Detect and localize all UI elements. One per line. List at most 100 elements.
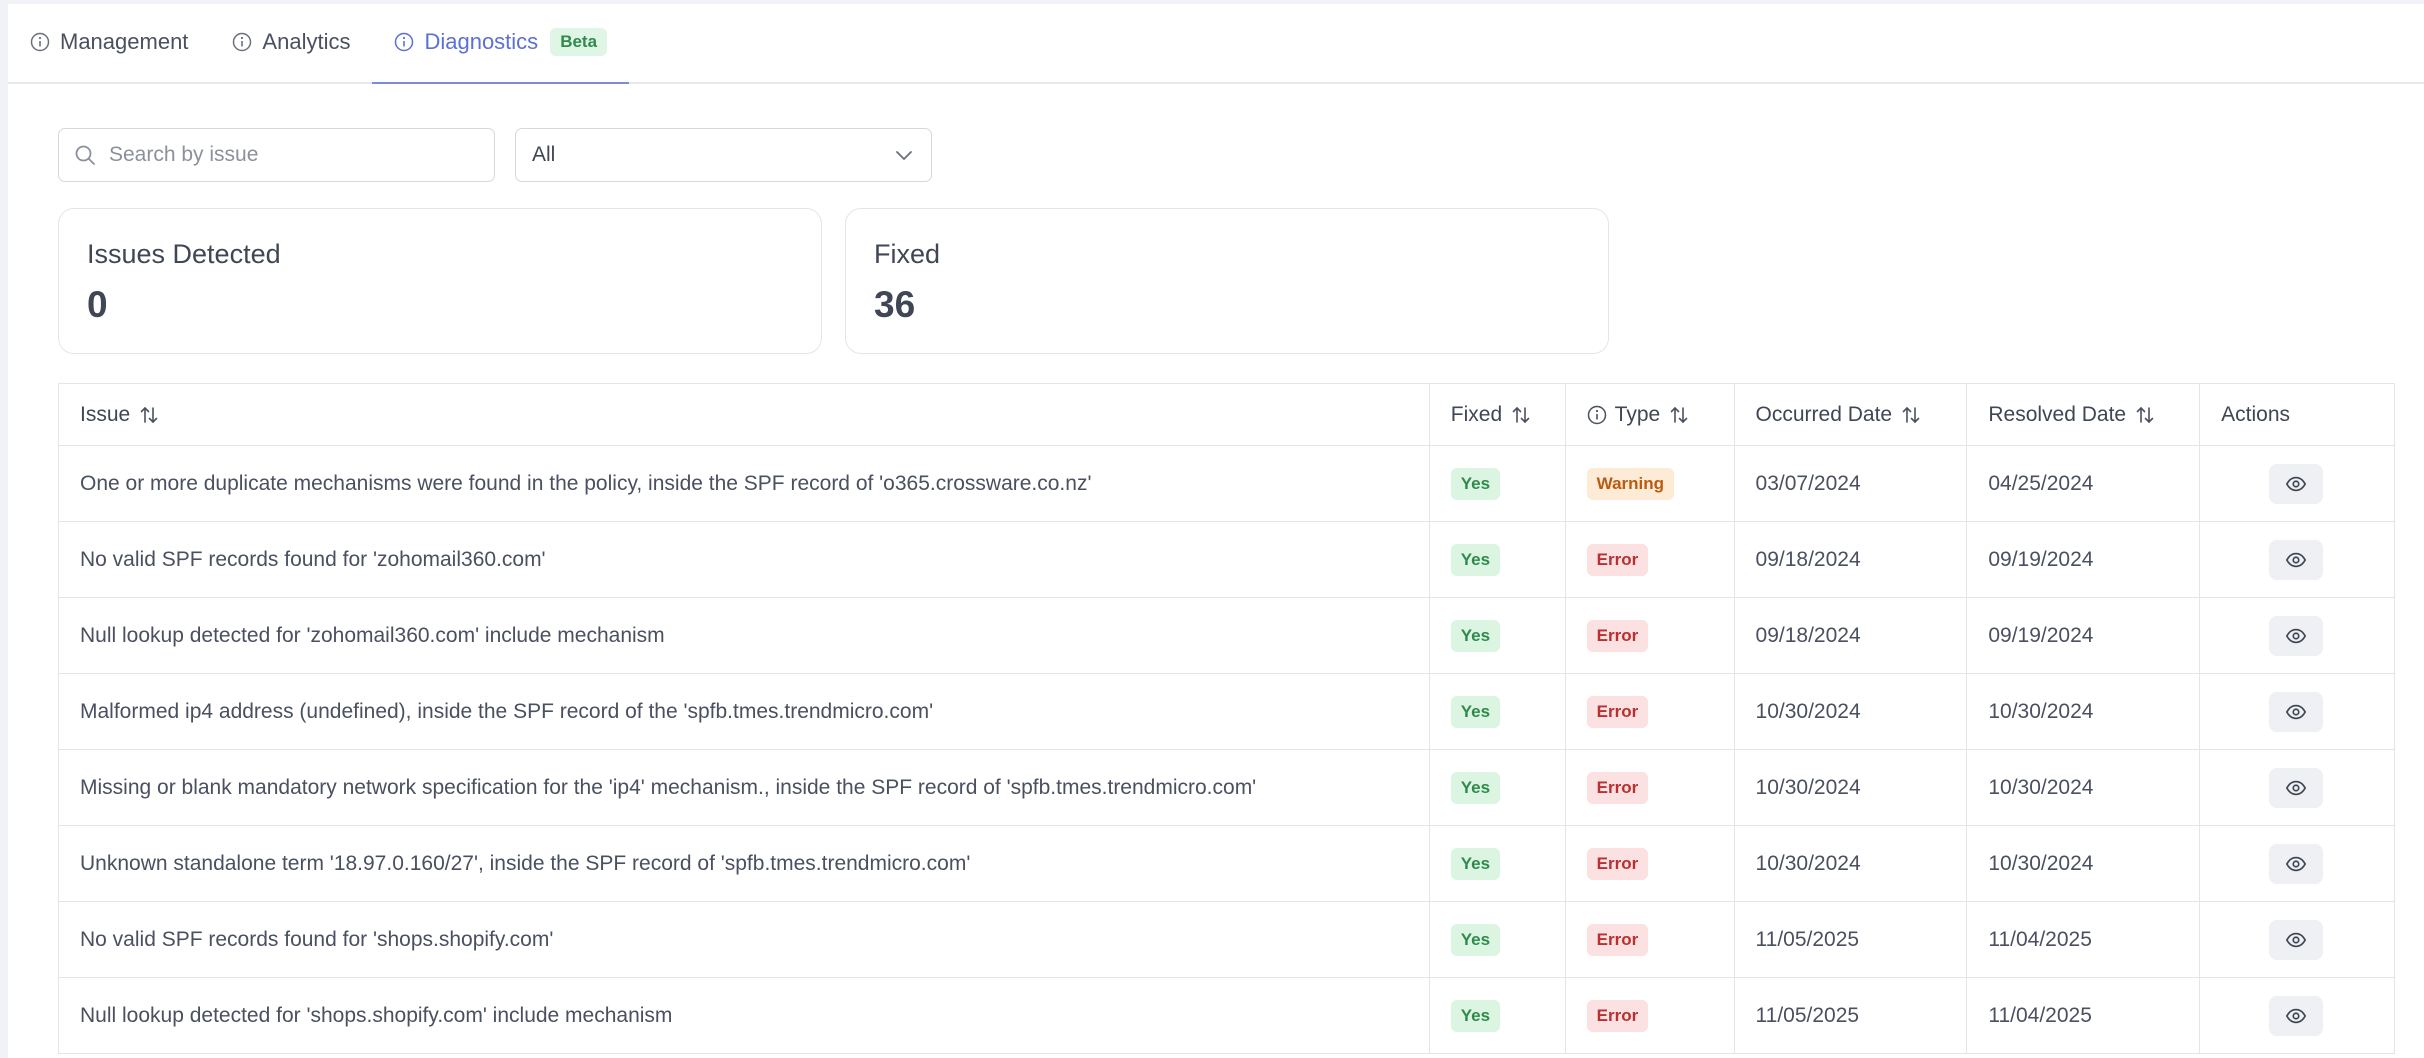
type-badge: Error	[1586, 847, 1649, 880]
tab-label: Management	[60, 29, 189, 54]
resolved-date-cell: 10/30/2024	[1967, 826, 2201, 901]
view-button[interactable]	[2269, 463, 2324, 504]
resolved-date-cell: 10/30/2024	[1967, 750, 2201, 825]
sort-icon[interactable]	[1510, 404, 1532, 426]
issue-text: Null lookup detected for 'shops.shopify.…	[80, 1003, 673, 1027]
header-occurred-date[interactable]: Occurred Date	[1735, 384, 1968, 445]
search-icon	[73, 143, 97, 167]
eye-icon	[2285, 1005, 2307, 1027]
sort-icon[interactable]	[1900, 404, 1922, 426]
header-type[interactable]: Type	[1566, 384, 1735, 445]
fixed-badge: Yes	[1450, 771, 1501, 804]
header-actions: Actions	[2200, 384, 2394, 445]
fixed-badge: Yes	[1450, 695, 1501, 728]
fixed-card: Fixed 36	[845, 208, 1609, 354]
sort-icon[interactable]	[2134, 404, 2156, 426]
header-resolved-date[interactable]: Resolved Date	[1967, 384, 2201, 445]
type-badge: Error	[1586, 923, 1649, 956]
type-cell: Error	[1566, 522, 1735, 597]
eye-icon	[2285, 929, 2307, 951]
beta-badge: Beta	[550, 28, 608, 56]
issue-text: No valid SPF records found for 'shops.sh…	[80, 927, 554, 951]
fixed-badge: Yes	[1450, 543, 1501, 576]
issue-cell: No valid SPF records found for 'shops.sh…	[59, 902, 1430, 977]
occurred-date-cell: 09/18/2024	[1735, 522, 1968, 597]
fixed-badge: Yes	[1450, 467, 1501, 500]
sort-icon[interactable]	[1668, 404, 1690, 426]
eye-icon	[2285, 777, 2307, 799]
view-button[interactable]	[2269, 995, 2324, 1036]
issue-text: One or more duplicate mechanisms were fo…	[80, 471, 1092, 495]
table-row: One or more duplicate mechanisms were fo…	[59, 446, 2394, 522]
actions-cell	[2200, 598, 2394, 673]
tab-label: Diagnostics	[424, 29, 539, 54]
type-filter-select[interactable]: All	[515, 128, 932, 182]
issue-cell: Missing or blank mandatory network speci…	[59, 750, 1430, 825]
header-label: Fixed	[1450, 402, 1503, 426]
actions-cell	[2200, 978, 2394, 1053]
resolved-date: 11/04/2025	[1988, 1003, 2092, 1027]
fixed-cell: Yes	[1430, 902, 1566, 977]
fixed-badge: Yes	[1450, 619, 1501, 652]
table-row: Null lookup detected for 'shops.shopify.…	[59, 978, 2394, 1054]
occurred-date-cell: 09/18/2024	[1735, 598, 1968, 673]
occurred-date: 10/30/2024	[1755, 775, 1861, 799]
view-button[interactable]	[2269, 767, 2324, 808]
issue-text: Unknown standalone term '18.97.0.160/27'…	[80, 851, 971, 875]
type-badge: Error	[1586, 771, 1649, 804]
fixed-value: 36	[874, 284, 916, 325]
tab-bar: Management Analytics Diagnostics Beta	[8, 4, 2424, 84]
table-row: No valid SPF records found for 'zohomail…	[59, 522, 2394, 598]
view-button[interactable]	[2269, 691, 2324, 732]
resolved-date: 10/30/2024	[1988, 775, 2094, 799]
resolved-date: 11/04/2025	[1988, 927, 2092, 951]
resolved-date-cell: 11/04/2025	[1967, 902, 2201, 977]
table-row: Missing or blank mandatory network speci…	[59, 750, 2394, 826]
type-cell: Error	[1566, 750, 1735, 825]
resolved-date: 09/19/2024	[1988, 623, 2094, 647]
header-label: Issue	[80, 402, 131, 426]
fixed-badge: Yes	[1450, 847, 1501, 880]
info-icon	[30, 32, 50, 52]
occurred-date-cell: 03/07/2024	[1735, 446, 1968, 521]
tab-analytics[interactable]: Analytics	[210, 2, 372, 82]
resolved-date-cell: 10/30/2024	[1967, 674, 2201, 749]
occurred-date: 11/05/2025	[1755, 1003, 1860, 1027]
search-box[interactable]	[58, 128, 495, 182]
occurred-date-cell: 10/30/2024	[1735, 750, 1968, 825]
eye-icon	[2285, 701, 2307, 723]
search-input[interactable]	[109, 143, 469, 167]
info-icon	[394, 32, 414, 52]
occurred-date: 09/18/2024	[1755, 623, 1861, 647]
sort-icon[interactable]	[138, 404, 160, 426]
tab-management[interactable]: Management	[8, 2, 210, 82]
table-row: Malformed ip4 address (undefined), insid…	[59, 674, 2394, 750]
fixed-cell: Yes	[1430, 826, 1566, 901]
header-label: Occurred Date	[1755, 402, 1893, 426]
type-cell: Error	[1566, 902, 1735, 977]
occurred-date: 03/07/2024	[1755, 471, 1861, 495]
header-issue[interactable]: Issue	[59, 384, 1430, 445]
fixed-cell: Yes	[1430, 598, 1566, 673]
actions-cell	[2200, 522, 2394, 597]
view-button[interactable]	[2269, 843, 2324, 884]
view-button[interactable]	[2269, 919, 2324, 960]
actions-cell	[2200, 826, 2394, 901]
header-fixed[interactable]: Fixed	[1430, 384, 1566, 445]
type-badge: Error	[1586, 695, 1649, 728]
eye-icon	[2285, 625, 2307, 647]
occurred-date-cell: 10/30/2024	[1735, 674, 1968, 749]
table-row: Null lookup detected for 'zohomail360.co…	[59, 598, 2394, 674]
select-value: All	[532, 143, 556, 166]
issues-table: Issue Fixed Type Occurred Date Resolved …	[58, 383, 2395, 1054]
resolved-date: 04/25/2024	[1988, 471, 2094, 495]
view-button[interactable]	[2269, 615, 2324, 656]
table-body: One or more duplicate mechanisms were fo…	[59, 446, 2394, 1054]
tab-diagnostics[interactable]: Diagnostics Beta	[372, 2, 629, 84]
issue-text: Missing or blank mandatory network speci…	[80, 775, 1257, 799]
issue-cell: Null lookup detected for 'zohomail360.co…	[59, 598, 1430, 673]
fixed-badge: Yes	[1450, 923, 1501, 956]
occurred-date-cell: 11/05/2025	[1735, 902, 1968, 977]
type-badge: Error	[1586, 543, 1649, 576]
view-button[interactable]	[2269, 539, 2324, 580]
